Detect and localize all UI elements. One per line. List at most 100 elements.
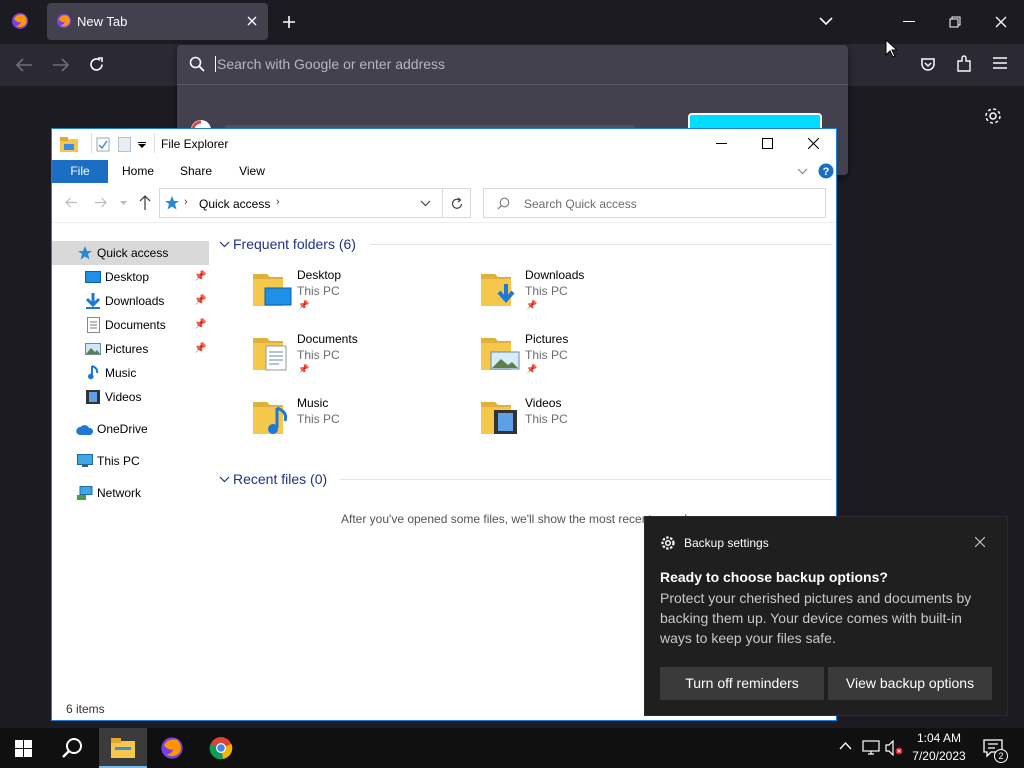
explorer-search-input[interactable]: Search Quick access: [524, 197, 637, 211]
sidebar-item-downloads[interactable]: Downloads 📌: [52, 289, 209, 313]
firefox-menu-icon[interactable]: [11, 12, 29, 30]
sidebar-item-label: Quick access: [97, 246, 169, 260]
tab-share[interactable]: Share: [168, 160, 224, 183]
this-pc-monitor-icon: [77, 454, 93, 468]
taskbar-firefox-icon[interactable]: [160, 736, 184, 760]
network-icon: [77, 486, 93, 500]
toast-heading: Ready to choose backup options?: [660, 569, 888, 585]
explorer-search-box[interactable]: Search Quick access: [483, 188, 826, 218]
tab-view[interactable]: View: [224, 160, 280, 183]
folder-location: This PC: [297, 348, 340, 362]
downloads-arrow-icon: [86, 293, 100, 309]
desktop-icon: [85, 271, 101, 284]
sidebar-item-label: OneDrive: [97, 422, 148, 436]
sidebar-item-desktop[interactable]: Desktop 📌: [52, 265, 209, 289]
help-icon[interactable]: ?: [818, 163, 834, 179]
explorer-app-icon: [60, 137, 78, 152]
newtab-settings-gear-icon[interactable]: [984, 107, 1002, 125]
folder-tile-documents[interactable]: Documents This PC 📌: [251, 332, 471, 388]
explorer-back-arrow-icon[interactable]: [65, 197, 78, 208]
folder-name: Documents: [297, 332, 358, 346]
quick-properties-icon[interactable]: [96, 137, 110, 152]
browser-close-icon[interactable]: [995, 16, 1007, 28]
folder-tile-downloads[interactable]: Downloads This PC 📌: [479, 268, 699, 324]
windows-taskbar: 1:04 AM 7/20/2023 2: [0, 728, 1024, 768]
sidebar-item-label: Music: [105, 366, 137, 380]
explorer-maximize-icon[interactable]: [762, 138, 773, 149]
recent-files-header[interactable]: Recent files (0): [233, 471, 327, 487]
address-history-chevron-icon[interactable]: [420, 200, 431, 207]
taskbar-chrome-icon[interactable]: [209, 736, 233, 760]
taskbar-clock-time[interactable]: 1:04 AM: [913, 731, 965, 745]
pocket-icon[interactable]: [920, 56, 936, 72]
restore-icon[interactable]: [949, 16, 961, 28]
sidebar-item-music[interactable]: Music: [52, 361, 209, 385]
recent-locations-chevron-icon[interactable]: [120, 201, 127, 205]
folder-tile-pictures[interactable]: Pictures This PC 📌: [479, 332, 699, 388]
sidebar-item-documents[interactable]: Documents 📌: [52, 313, 209, 337]
pin-icon: 📌: [298, 364, 310, 374]
folder-location: This PC: [525, 348, 568, 362]
url-input[interactable]: Search with Google or enter address: [215, 56, 445, 72]
backup-notification-toast: Backup settings Ready to choose backup o…: [644, 516, 1008, 716]
tab-close-icon[interactable]: [246, 15, 258, 27]
tab-home[interactable]: Home: [110, 160, 166, 183]
up-arrow-icon[interactable]: [139, 195, 151, 210]
folder-tile-desktop[interactable]: Desktop This PC 📌: [251, 268, 471, 324]
extensions-icon[interactable]: [956, 55, 973, 73]
folder-tile-videos[interactable]: Videos This PC: [479, 396, 699, 452]
show-hidden-icons-chevron-icon[interactable]: [839, 742, 852, 750]
explorer-minimize-icon[interactable]: [716, 143, 727, 145]
sidebar-item-this-pc[interactable]: This PC: [52, 449, 209, 473]
expand-ribbon-chevron-icon[interactable]: [797, 168, 808, 175]
back-arrow-icon[interactable]: [15, 57, 33, 73]
tab-title: New Tab: [77, 14, 128, 29]
svg-text:?: ?: [823, 166, 830, 178]
quick-access-star-icon: [165, 196, 179, 210]
new-tab-plus-icon[interactable]: [282, 15, 296, 29]
breadcrumb-chevron-icon[interactable]: ›: [276, 196, 280, 208]
view-backup-options-button[interactable]: View backup options: [828, 667, 992, 700]
music-note-icon: [88, 365, 99, 380]
hamburger-menu-icon[interactable]: [993, 57, 1007, 69]
explorer-forward-arrow-icon[interactable]: [94, 197, 107, 208]
taskbar-clock-date[interactable]: 7/20/2023: [906, 749, 972, 763]
desktop-folder-icon: [251, 268, 293, 310]
network-tray-icon[interactable]: [862, 740, 880, 756]
pictures-folder-icon: [479, 332, 521, 374]
reload-icon[interactable]: [88, 56, 105, 73]
frequent-folders-chevron-icon[interactable]: [219, 241, 230, 248]
sidebar-item-network[interactable]: Network: [52, 481, 209, 505]
pin-icon: 📌: [194, 295, 207, 306]
explorer-titlebar: File Explorer: [52, 129, 836, 160]
folder-tile-music[interactable]: Music This PC: [251, 396, 471, 452]
forward-arrow-icon[interactable]: [52, 57, 70, 73]
refresh-button[interactable]: [442, 188, 471, 218]
new-folder-quick-icon[interactable]: [118, 137, 131, 152]
sidebar-item-onedrive[interactable]: OneDrive: [52, 417, 209, 441]
taskbar-file-explorer-button[interactable]: [99, 728, 147, 768]
pin-icon: 📌: [194, 271, 207, 282]
tab-file[interactable]: File: [52, 160, 108, 183]
sidebar-item-pictures[interactable]: Pictures 📌: [52, 337, 209, 361]
volume-muted-icon[interactable]: [885, 740, 903, 756]
taskbar-search-icon[interactable]: [61, 737, 83, 759]
settings-gear-icon: [661, 536, 675, 550]
list-all-tabs-chevron-icon[interactable]: [819, 16, 833, 26]
breadcrumb-location[interactable]: Quick access: [199, 197, 270, 211]
minimize-icon[interactable]: [903, 21, 915, 23]
sidebar-item-quick-access[interactable]: Quick access: [52, 241, 209, 265]
browser-tab-new-tab[interactable]: New Tab: [47, 3, 268, 40]
windows-start-icon[interactable]: [15, 740, 32, 757]
recent-files-chevron-icon[interactable]: [219, 476, 230, 483]
toast-close-icon[interactable]: [975, 537, 985, 547]
turn-off-reminders-button[interactable]: Turn off reminders: [660, 667, 824, 700]
address-bar[interactable]: › Quick access ›: [159, 188, 443, 218]
frequent-folders-header[interactable]: Frequent folders (6): [233, 236, 356, 252]
folder-name: Music: [297, 396, 329, 410]
toast-body: Protect your cherished pictures and docu…: [660, 590, 972, 646]
sidebar-item-videos[interactable]: Videos: [52, 385, 209, 409]
explorer-close-icon[interactable]: [808, 138, 819, 149]
quick-access-toolbar-dropdown-icon[interactable]: [138, 142, 146, 148]
pin-icon: 📌: [194, 319, 207, 330]
